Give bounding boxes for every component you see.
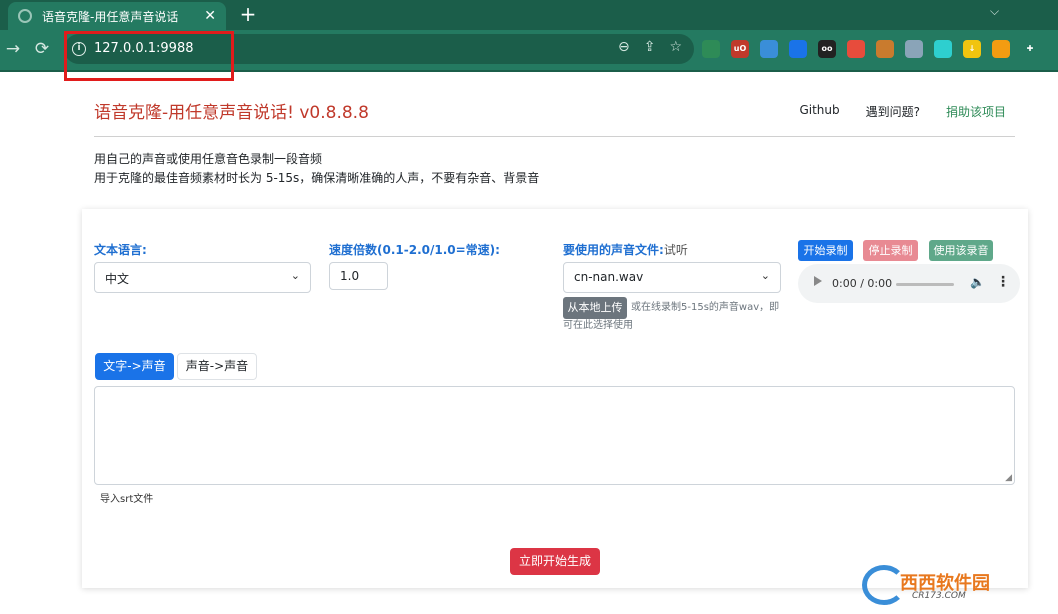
zoom-icon[interactable]: ⊖ — [618, 39, 630, 55]
ext-5-icon[interactable]: oo — [818, 40, 836, 58]
import-srt-link[interactable]: 导入srt文件 — [100, 490, 153, 505]
audio-time: 0:00 / 0:00 — [832, 277, 893, 290]
ext-4-icon[interactable] — [789, 40, 807, 58]
header-divider — [94, 136, 1015, 137]
generate-button[interactable]: 立即开始生成 — [510, 548, 600, 575]
tab-close-icon[interactable]: ✕ — [204, 9, 216, 23]
voice-file-label: 要使用的声音文件:试听 — [563, 241, 688, 258]
voice-file-value: cn-nan.wav — [574, 270, 644, 284]
text-input-area[interactable]: ◢ — [94, 386, 1015, 485]
cookie-icon[interactable] — [876, 40, 894, 58]
watermark-logo: 西西软件园 CR173.COM — [862, 565, 1040, 605]
audio-progress-track[interactable] — [896, 283, 954, 286]
voice-preview-link[interactable]: 试听 — [664, 243, 688, 257]
ext-6-icon[interactable] — [847, 40, 865, 58]
start-recording-button[interactable]: 开始录制 — [798, 240, 853, 261]
ext-3-icon[interactable] — [760, 40, 778, 58]
language-value: 中文 — [105, 272, 130, 286]
voice-file-select[interactable]: cn-nan.wav ⌄ — [563, 262, 781, 293]
chevron-down-icon: ⌄ — [760, 269, 770, 282]
browser-tab[interactable]: 语音克隆-用任意声音说话 ✕ — [8, 2, 226, 30]
tab-favicon-icon — [18, 9, 32, 23]
intro-line-2: 用于克隆的最佳音频素材时长为 5-15s，确保清晰准确的人声，不要有杂音、背景音 — [94, 171, 540, 185]
watermark-domain: CR173.COM — [912, 591, 966, 601]
extensions-puzzle-icon[interactable]: ✚ — [1021, 40, 1039, 58]
main-card: 文本语言: 中文 ⌄ 速度倍数(0.1-2.0/1.0=常速): 1.0 要使用… — [82, 209, 1028, 588]
reload-icon[interactable]: ⟳ — [31, 39, 53, 59]
tab-title: 语音克隆-用任意声音说话 — [42, 9, 179, 24]
donate-link[interactable]: 捐助该项目 — [946, 103, 1006, 120]
url-highlight-box — [64, 31, 234, 81]
language-select[interactable]: 中文 ⌄ — [94, 262, 311, 293]
language-label: 文本语言: — [94, 243, 147, 257]
speed-label: 速度倍数(0.1-2.0/1.0=常速): — [329, 243, 500, 257]
new-tab-button[interactable]: + — [236, 3, 260, 25]
header-nav: Github 遇到问题? 捐助该项目 — [799, 103, 1006, 120]
problem-link[interactable]: 遇到问题? — [866, 103, 920, 120]
intro-line-1: 用自己的声音或使用任意音色录制一段音频 — [94, 152, 323, 166]
extensions-row: uO oo ↓ ✚ — [702, 40, 1039, 58]
browser-tabstrip: 语音克隆-用任意声音说话 ✕ + ⌵ — [0, 0, 1058, 30]
ext-11-icon[interactable] — [992, 40, 1010, 58]
ext-9-icon[interactable] — [934, 40, 952, 58]
stop-recording-button[interactable]: 停止录制 — [863, 240, 918, 261]
share-icon[interactable]: ⇪ — [644, 39, 656, 55]
upload-local-button[interactable]: 从本地上传 — [563, 297, 627, 319]
download-icon[interactable]: ↓ — [963, 40, 981, 58]
page-title: 语音克隆-用任意声音说话! v0.8.8.8 — [94, 103, 369, 123]
volume-icon[interactable]: 🔈 — [970, 275, 985, 289]
play-icon[interactable] — [814, 276, 822, 286]
audio-player[interactable]: 0:00 / 0:00 🔈 ⋮ — [798, 264, 1020, 303]
tab-text-to-voice[interactable]: 文字->声音 — [95, 353, 174, 380]
more-options-icon[interactable]: ⋮ — [996, 274, 1010, 290]
chevron-down-icon: ⌄ — [290, 269, 300, 282]
tab-search-chevron-icon[interactable]: ⌵ — [990, 4, 999, 19]
voice-file-label-text: 要使用的声音文件: — [563, 243, 664, 257]
speed-input[interactable]: 1.0 — [329, 262, 388, 290]
github-link[interactable]: Github — [799, 103, 839, 120]
use-recording-button[interactable]: 使用该录音 — [929, 240, 993, 261]
ext-1-icon[interactable] — [702, 40, 720, 58]
ext-8-icon[interactable] — [905, 40, 923, 58]
resize-grip-icon[interactable]: ◢ — [1005, 473, 1012, 483]
intro-text: 用自己的声音或使用任意音色录制一段音频 用于克隆的最佳音频素材时长为 5-15s… — [94, 150, 539, 188]
tab-voice-to-voice[interactable]: 声音->声音 — [177, 353, 257, 380]
forward-arrow-icon[interactable]: → — [2, 39, 24, 59]
ublock-icon[interactable]: uO — [731, 40, 749, 58]
bookmark-star-icon[interactable]: ☆ — [669, 39, 682, 55]
